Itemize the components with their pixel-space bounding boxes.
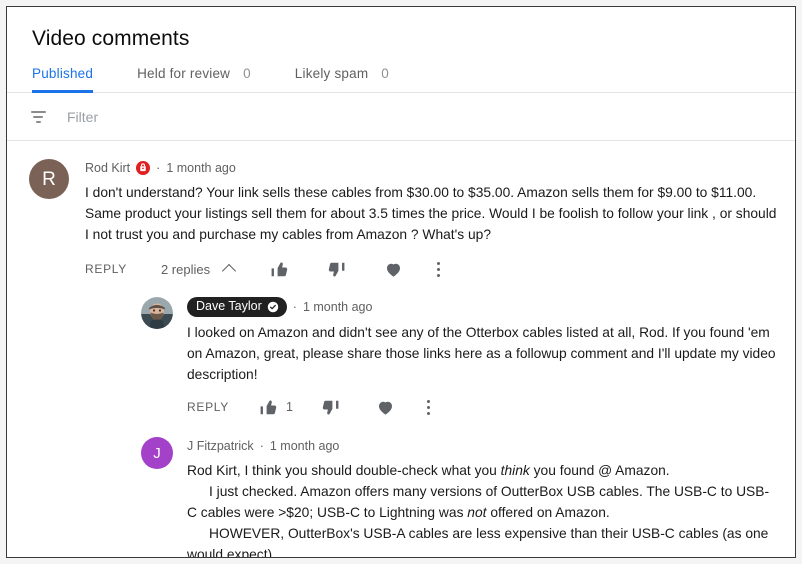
heart-button[interactable] bbox=[384, 260, 403, 279]
filter-bar bbox=[7, 93, 795, 141]
tab-published[interactable]: Published bbox=[32, 66, 94, 93]
reply-button[interactable]: REPLY bbox=[187, 400, 229, 414]
tab-likely-spam[interactable]: Likely spam 0 bbox=[295, 66, 389, 92]
dislike-button[interactable] bbox=[327, 260, 354, 279]
dislike-button[interactable] bbox=[321, 398, 348, 417]
filter-input[interactable] bbox=[67, 108, 367, 125]
comments-window: Video comments Published Held for review… bbox=[6, 6, 796, 558]
screenshot-root: Video comments Published Held for review… bbox=[0, 0, 802, 564]
more-options-icon[interactable] bbox=[423, 398, 434, 417]
tab-published-label: Published bbox=[32, 66, 94, 81]
comment-timestamp: 1 month ago bbox=[166, 161, 236, 175]
reply-item: Dave Taylor · 1 month ago I looked on Am… bbox=[141, 297, 777, 421]
comment-meta: J Fitzpatrick · 1 month ago bbox=[187, 437, 777, 455]
owner-reply-badge bbox=[136, 161, 151, 175]
comment-timestamp: 1 month ago bbox=[302, 300, 373, 314]
like-button[interactable] bbox=[270, 260, 297, 279]
heart-button[interactable] bbox=[376, 398, 395, 417]
comment-actions: REPLY 1 bbox=[187, 393, 777, 421]
replies-count-label: 2 replies bbox=[160, 261, 211, 277]
comment-item: R Rod Kirt · 1 month ago I don't underst… bbox=[29, 159, 777, 558]
comment-body: J Fitzpatrick · 1 month ago Rod Kirt, I … bbox=[187, 437, 777, 558]
comment-meta: Dave Taylor · 1 month ago bbox=[187, 297, 777, 317]
avatar[interactable] bbox=[141, 297, 173, 329]
verified-icon bbox=[267, 301, 279, 313]
tab-held-for-review-label: Held for review bbox=[137, 66, 231, 81]
meta-separator: · bbox=[292, 300, 297, 314]
comment-author[interactable]: Dave Taylor bbox=[187, 297, 287, 317]
meta-separator: · bbox=[156, 161, 161, 175]
avatar[interactable]: J bbox=[141, 437, 173, 469]
comment-list: R Rod Kirt · 1 month ago I don't underst… bbox=[7, 141, 795, 558]
chevron-up-icon bbox=[222, 263, 237, 278]
comment-meta: Rod Kirt · 1 month ago bbox=[85, 159, 777, 177]
comment-thread: R Rod Kirt · 1 month ago I don't underst… bbox=[7, 159, 795, 558]
comment-text: I don't understand? Your link sells thes… bbox=[85, 185, 777, 242]
comment-author[interactable]: J Fitzpatrick bbox=[187, 437, 254, 455]
avatar-initial: R bbox=[42, 168, 56, 190]
reply-list: Dave Taylor · 1 month ago I looked on Am… bbox=[85, 297, 777, 558]
reply-item: J J Fitzpatrick · 1 month ago Rod Kirt, … bbox=[141, 437, 777, 558]
tab-active-underline bbox=[32, 90, 94, 93]
page-title: Video comments bbox=[32, 27, 190, 50]
like-button[interactable]: 1 bbox=[259, 398, 293, 417]
comment-author[interactable]: Rod Kirt bbox=[85, 159, 130, 177]
tab-likely-spam-count: 0 bbox=[381, 66, 389, 81]
like-count: 1 bbox=[285, 400, 293, 414]
tab-held-for-review[interactable]: Held for review 0 bbox=[137, 66, 251, 92]
comment-status-tabs: Published Held for review 0 Likely spam … bbox=[7, 53, 795, 93]
toggle-replies-button[interactable]: 2 replies bbox=[160, 261, 237, 278]
comment-body: Rod Kirt · 1 month ago I don't understan… bbox=[85, 159, 777, 558]
comment-author-name: Dave Taylor bbox=[196, 299, 262, 313]
filter-icon[interactable] bbox=[29, 108, 47, 126]
comment-body: Dave Taylor · 1 month ago I looked on Am… bbox=[187, 297, 777, 421]
comment-timestamp: 1 month ago bbox=[269, 439, 340, 453]
avatar[interactable]: R bbox=[29, 159, 69, 199]
avatar-photo bbox=[141, 297, 173, 329]
reply-button[interactable]: REPLY bbox=[85, 262, 127, 276]
comment-text: I looked on Amazon and didn't see any of… bbox=[187, 325, 776, 382]
comment-text: Rod Kirt, I think you should double-chec… bbox=[187, 463, 770, 558]
more-options-icon[interactable] bbox=[433, 260, 444, 279]
comment-actions: REPLY 2 replies bbox=[85, 255, 777, 283]
tab-held-for-review-count: 0 bbox=[243, 66, 251, 81]
tab-likely-spam-label: Likely spam bbox=[294, 66, 369, 81]
meta-separator: · bbox=[259, 439, 264, 453]
avatar-initial: J bbox=[153, 444, 161, 462]
